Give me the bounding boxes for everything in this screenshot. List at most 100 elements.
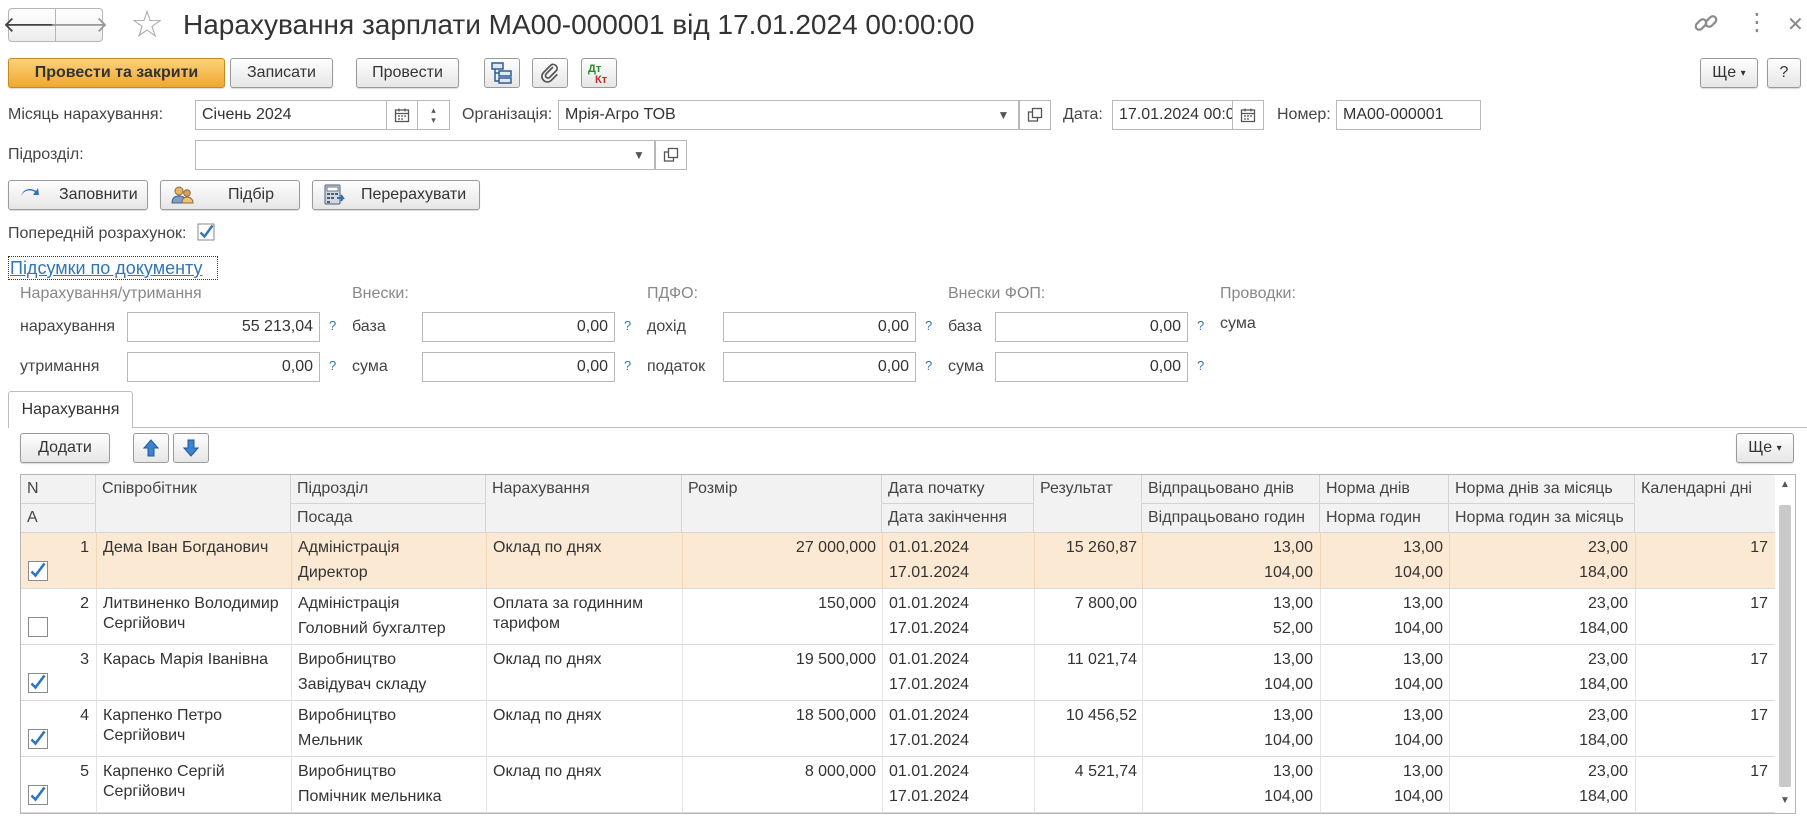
organization-dropdown-button[interactable]: ▼ — [989, 100, 1019, 130]
employee-cell[interactable]: Карпенко Петро Сергійович — [103, 706, 288, 752]
row-number[interactable]: 4 — [21, 706, 89, 726]
calendar-days-cell[interactable]: 17 — [1638, 594, 1768, 614]
result-cell[interactable]: 7 800,00 — [1037, 594, 1137, 614]
close-icon[interactable]: ✕ — [1787, 12, 1804, 37]
result-cell[interactable]: 11 021,74 — [1037, 650, 1137, 670]
col-header-result[interactable]: Результат — [1034, 475, 1142, 533]
norm-days-cell[interactable]: 13,00 — [1323, 538, 1443, 558]
employee-cell[interactable]: Карась Марія Іванівна — [103, 650, 288, 696]
date-end-cell[interactable]: 17.01.2024 — [889, 619, 1029, 639]
more-vertical-icon[interactable]: ⋮ — [1745, 8, 1769, 37]
result-cell[interactable]: 15 260,87 — [1037, 538, 1137, 558]
employee-cell[interactable]: Карпенко Сергій Сергійович — [103, 762, 288, 808]
accrual-cell[interactable]: Оплата за годинним тарифом — [493, 594, 679, 640]
worked-days-cell[interactable]: 13,00 — [1145, 538, 1313, 558]
pdfo-tax-field[interactable]: 0,00 — [723, 352, 916, 382]
contributions-sum-help-icon[interactable]: ? — [624, 358, 631, 373]
norm-hours-month-cell[interactable]: 184,00 — [1452, 787, 1628, 807]
month-spinner[interactable]: ▴ ▾ — [417, 100, 450, 130]
forward-button[interactable]: 🡒 — [50, 8, 109, 42]
worked-days-cell[interactable]: 13,00 — [1145, 762, 1313, 782]
accrual-cell[interactable]: Оклад по днях — [493, 538, 679, 584]
col-header-norm-hours-month[interactable]: Норма годин за місяць — [1449, 504, 1635, 533]
norm-hours-month-cell[interactable]: 184,00 — [1452, 563, 1628, 583]
amount-cell[interactable]: 18 500,000 — [686, 706, 876, 726]
norm-hours-cell[interactable]: 104,00 — [1323, 787, 1443, 807]
date-field[interactable]: 17.01.2024 00:0 — [1112, 100, 1247, 130]
col-header-division[interactable]: Підрозділ — [291, 475, 486, 504]
accrual-cell[interactable]: Оклад по днях — [493, 762, 679, 808]
calendar-days-cell[interactable]: 17 — [1638, 650, 1768, 670]
fop-base-field[interactable]: 0,00 — [995, 312, 1188, 342]
date-end-cell[interactable]: 17.01.2024 — [889, 563, 1029, 583]
document-totals-link[interactable]: Підсумки по документу — [8, 256, 218, 280]
worked-hours-cell[interactable]: 104,00 — [1145, 563, 1313, 583]
row-active-checkbox[interactable] — [28, 785, 48, 805]
norm-hours-cell[interactable]: 104,00 — [1323, 731, 1443, 751]
norm-hours-cell[interactable]: 104,00 — [1323, 619, 1443, 639]
worked-hours-cell[interactable]: 52,00 — [1145, 619, 1313, 639]
norm-days-cell[interactable]: 13,00 — [1323, 594, 1443, 614]
division-dropdown-button[interactable]: ▼ — [624, 140, 655, 170]
col-header-a[interactable]: A — [21, 504, 96, 533]
position-cell[interactable]: Завідувач складу — [298, 675, 483, 695]
norm-hours-month-cell[interactable]: 184,00 — [1452, 619, 1628, 639]
norm-days-month-cell[interactable]: 23,00 — [1452, 650, 1628, 670]
row-active-checkbox[interactable] — [28, 617, 48, 637]
dt-kt-postings-button[interactable]: Дт Кт — [581, 58, 617, 88]
col-header-accrual[interactable]: Нарахування — [486, 475, 682, 533]
col-header-norm-days-month[interactable]: Норма днів за місяць — [1449, 475, 1635, 504]
postings-sum-label[interactable]: сума — [1220, 315, 1256, 333]
col-header-norm-days[interactable]: Норма днів — [1320, 475, 1449, 504]
date-start-cell[interactable]: 01.01.2024 — [889, 594, 1029, 614]
worked-hours-cell[interactable]: 104,00 — [1145, 787, 1313, 807]
norm-days-month-cell[interactable]: 23,00 — [1452, 538, 1628, 558]
help-button[interactable]: ? — [1767, 58, 1801, 88]
table-scrollbar[interactable]: ▲ ▼ — [1775, 475, 1795, 813]
table-row[interactable]: 1 Дема Іван Богданович Адміністрація Директ… — [21, 533, 1777, 589]
preliminary-calc-checkbox[interactable] — [196, 222, 216, 242]
row-active-checkbox[interactable] — [28, 729, 48, 749]
norm-days-month-cell[interactable]: 23,00 — [1452, 762, 1628, 782]
worked-days-cell[interactable]: 13,00 — [1145, 594, 1313, 614]
worked-hours-cell[interactable]: 104,00 — [1145, 675, 1313, 695]
norm-days-cell[interactable]: 13,00 — [1323, 762, 1443, 782]
row-number[interactable]: 5 — [21, 762, 89, 782]
amount-cell[interactable]: 27 000,000 — [686, 538, 876, 558]
month-field[interactable]: Січень 2024 — [195, 100, 387, 130]
accruals-table[interactable]: N Співробітник Підрозділ Нарахування Роз… — [20, 474, 1796, 814]
contributions-base-help-icon[interactable]: ? — [624, 318, 631, 333]
date-start-cell[interactable]: 01.01.2024 — [889, 762, 1029, 782]
employee-cell[interactable]: Дема Іван Богданович — [103, 538, 288, 584]
post-and-close-button[interactable]: Провести та закрити — [8, 58, 225, 88]
scroll-up-icon[interactable]: ▲ — [1780, 479, 1790, 490]
favorite-star-icon[interactable]: ☆ — [130, 6, 164, 44]
col-header-worked-hours[interactable]: Відпрацьовано годин — [1142, 504, 1320, 533]
save-button[interactable]: Записати — [230, 58, 333, 88]
col-header-amount[interactable]: Розмір — [682, 475, 882, 533]
recalculate-button[interactable]: Перерахувати — [312, 180, 480, 210]
accrual-total-field[interactable]: 55 213,04 — [127, 312, 320, 342]
col-header-worked-days[interactable]: Відпрацьовано днів — [1142, 475, 1320, 504]
date-calendar-button[interactable] — [1232, 100, 1264, 130]
table-row[interactable]: 4 Карпенко Петро Сергійович Виробництво Мел… — [21, 701, 1777, 757]
norm-hours-month-cell[interactable]: 184,00 — [1452, 675, 1628, 695]
norm-hours-cell[interactable]: 104,00 — [1323, 675, 1443, 695]
calendar-days-cell[interactable]: 17 — [1638, 762, 1768, 782]
division-cell[interactable]: Адміністрація — [298, 594, 483, 614]
scroll-down-icon[interactable]: ▼ — [1780, 795, 1790, 806]
add-row-button[interactable]: Додати — [20, 433, 110, 463]
row-active-checkbox[interactable] — [28, 561, 48, 581]
worked-hours-cell[interactable]: 104,00 — [1145, 731, 1313, 751]
fop-sum-field[interactable]: 0,00 — [995, 352, 1188, 382]
pdfo-income-help-icon[interactable]: ? — [925, 318, 932, 333]
date-start-cell[interactable]: 01.01.2024 — [889, 706, 1029, 726]
scrollbar-thumb[interactable] — [1779, 505, 1791, 787]
col-header-position[interactable]: Посада — [291, 504, 486, 533]
tab-accruals[interactable]: Нарахування — [8, 391, 133, 428]
select-button[interactable]: Підбір — [160, 180, 300, 210]
fill-button[interactable]: Заповнити — [8, 180, 148, 210]
move-up-button[interactable] — [133, 433, 169, 463]
fop-base-help-icon[interactable]: ? — [1197, 318, 1204, 333]
position-cell[interactable]: Директор — [298, 563, 483, 583]
